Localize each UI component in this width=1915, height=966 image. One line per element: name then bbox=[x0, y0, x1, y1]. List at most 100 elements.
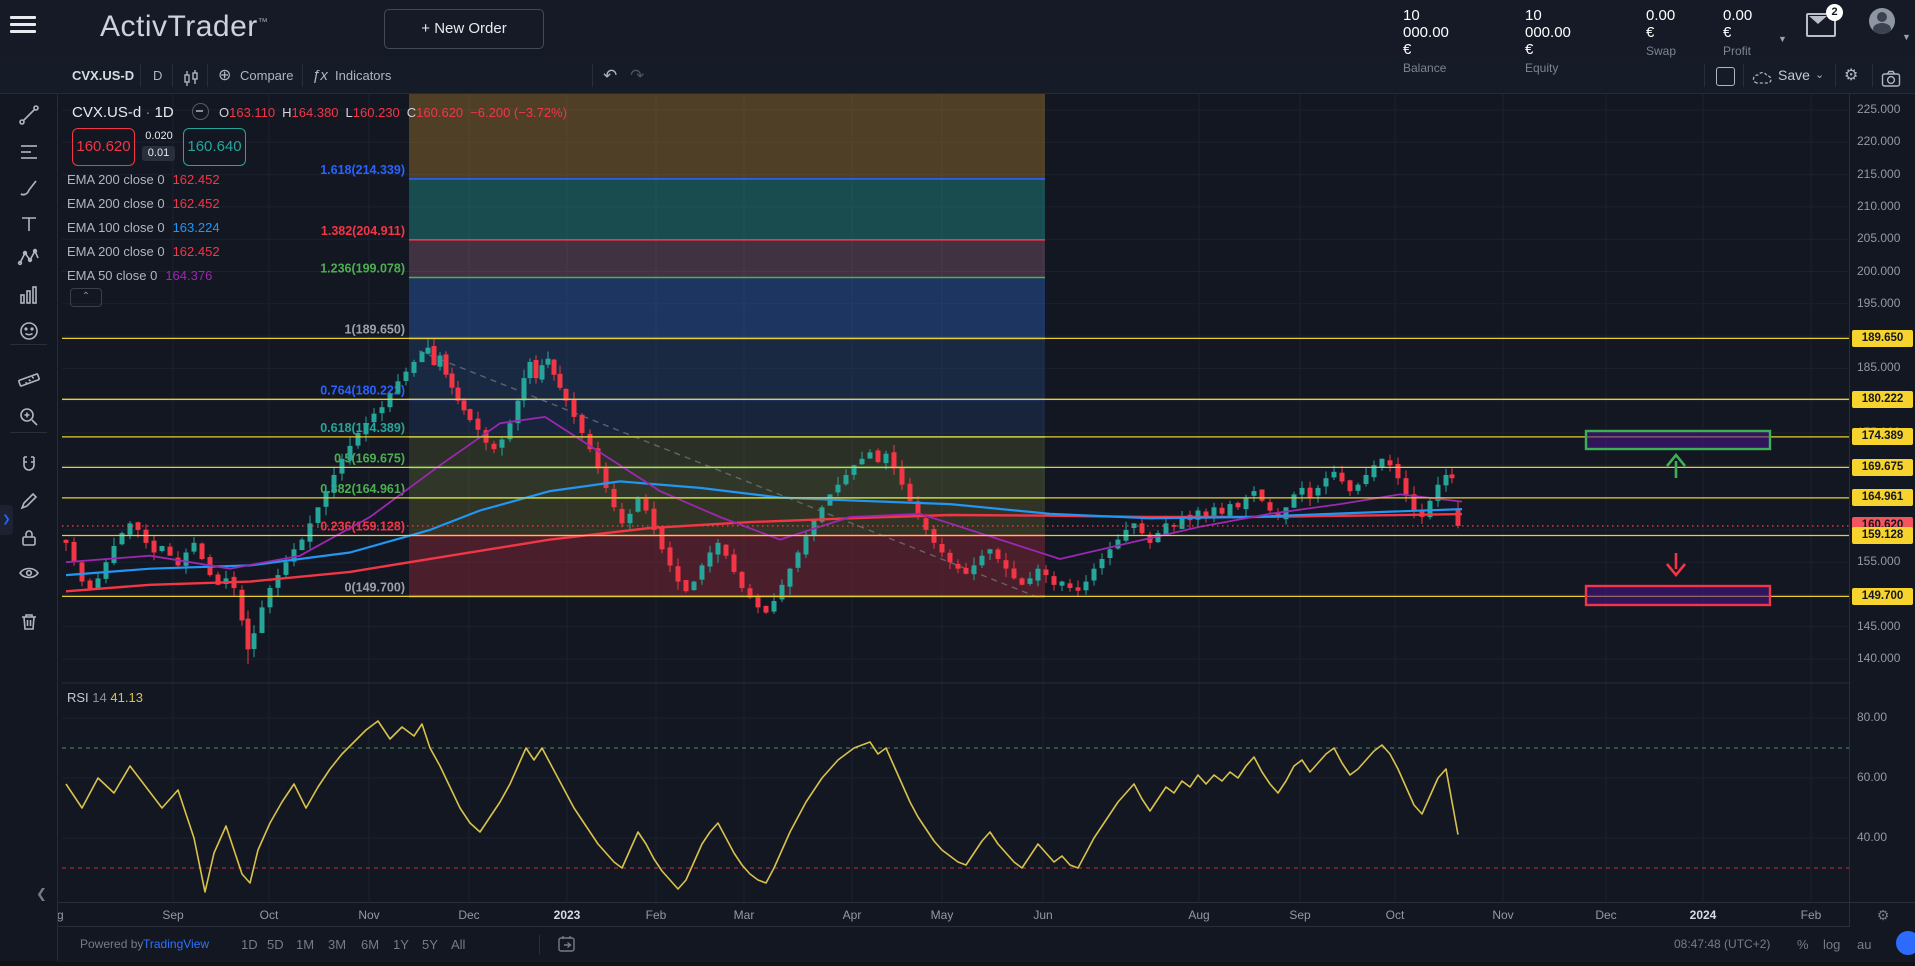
zoom-in-icon[interactable] bbox=[14, 405, 44, 435]
toolbar-separator bbox=[10, 432, 47, 433]
auto-scale-button[interactable]: au bbox=[1857, 927, 1871, 962]
indicator-value: 162.452 bbox=[173, 244, 220, 259]
time-axis-label: Sep bbox=[1289, 908, 1310, 922]
indicators-button[interactable]: Indicators bbox=[335, 58, 391, 93]
avatar-caret-icon[interactable]: ▼ bbox=[1902, 32, 1911, 42]
range-button-6m[interactable]: 6M bbox=[361, 927, 379, 962]
indicator-row[interactable]: EMA 200 close 0162.452 bbox=[67, 172, 220, 187]
forecast-icon[interactable] bbox=[14, 284, 44, 314]
account-stat-profit: 0.00 €Profit bbox=[1723, 7, 1752, 58]
assistant-bubble[interactable] bbox=[1896, 931, 1915, 955]
save-button[interactable]: Save bbox=[1778, 58, 1810, 93]
magnet-icon[interactable] bbox=[14, 453, 44, 483]
lock-icon[interactable] bbox=[14, 526, 44, 556]
save-caret-icon[interactable]: ⌄ bbox=[1815, 58, 1824, 93]
divider bbox=[592, 64, 593, 87]
go-to-date-icon[interactable] bbox=[557, 935, 577, 955]
indicator-name: EMA 200 close 0 bbox=[67, 172, 165, 187]
stat-label: Swap bbox=[1646, 44, 1676, 58]
range-button-1m[interactable]: 1M bbox=[296, 927, 314, 962]
lot-size[interactable]: 0.01 bbox=[142, 146, 175, 161]
range-button-3m[interactable]: 3M bbox=[328, 927, 346, 962]
brush-icon[interactable] bbox=[14, 176, 44, 206]
time-axis-label: Aug bbox=[1188, 908, 1209, 922]
ruler-icon[interactable] bbox=[14, 368, 44, 398]
stat-value: 0.00 € bbox=[1646, 7, 1676, 41]
time-axis-label: Sep bbox=[162, 908, 183, 922]
divider bbox=[1704, 64, 1705, 87]
minus-circle-icon[interactable] bbox=[192, 103, 209, 120]
profit-caret-icon[interactable]: ▼ bbox=[1778, 34, 1787, 44]
indicator-row[interactable]: EMA 50 close 0164.376 bbox=[67, 268, 212, 283]
legend-symbol: CVX.US-d bbox=[72, 104, 141, 121]
account-stat-balance: 10 000.00 €Balance bbox=[1403, 7, 1449, 75]
price-tick-label: 140.000 bbox=[1857, 651, 1900, 665]
account-stat-equity: 10 000.00 €Equity bbox=[1525, 7, 1571, 75]
time-axis-label: Oct bbox=[1386, 908, 1405, 922]
camera-icon[interactable] bbox=[1881, 66, 1901, 86]
rsi-tick-label: 80.00 bbox=[1857, 710, 1887, 724]
layout-icon[interactable] bbox=[1716, 67, 1735, 86]
eye-icon[interactable] bbox=[14, 561, 44, 591]
xabcd-pattern-icon[interactable] bbox=[14, 246, 44, 276]
new-order-button[interactable]: + New Order bbox=[384, 9, 544, 49]
trend-line-icon[interactable] bbox=[14, 103, 44, 133]
log-scale-button[interactable]: log bbox=[1823, 927, 1840, 962]
ohlc-key: L bbox=[346, 105, 353, 120]
time-axis-label: 2024 bbox=[1690, 908, 1717, 922]
time-axis[interactable]: AugSepOctNovDec2023FebMarAprMayJunAugSep… bbox=[57, 902, 1849, 927]
range-button-5y[interactable]: 5Y bbox=[422, 927, 438, 962]
trash-icon[interactable] bbox=[14, 610, 44, 640]
time-axis-label: Nov bbox=[1492, 908, 1513, 922]
legend-collapse-button[interactable]: ⌃ bbox=[70, 288, 102, 307]
indicator-row[interactable]: EMA 100 close 0163.224 bbox=[67, 220, 220, 235]
chart-canvas[interactable] bbox=[57, 93, 1915, 961]
price-tick-label: 220.000 bbox=[1857, 134, 1900, 148]
compare-icon[interactable]: ⊕ bbox=[218, 58, 231, 93]
sell-button[interactable]: 160.620 bbox=[72, 128, 135, 166]
rsi-legend[interactable]: RSI 14 41.13 bbox=[67, 690, 143, 705]
compare-button[interactable]: Compare bbox=[240, 58, 293, 93]
tradingview-link[interactable]: TradingView bbox=[143, 927, 209, 962]
watchlist-expander-icon[interactable]: ❯ bbox=[0, 505, 13, 535]
symbol-button[interactable]: CVX.US-D bbox=[72, 58, 134, 93]
indicator-row[interactable]: EMA 200 close 0162.452 bbox=[67, 196, 220, 211]
edit-icon[interactable] bbox=[14, 489, 44, 519]
undo-icon[interactable]: ↶ bbox=[603, 58, 617, 93]
hamburger-menu-icon[interactable] bbox=[10, 12, 36, 34]
ohlc-key: O bbox=[219, 105, 229, 120]
stat-value: 0.00 € bbox=[1723, 7, 1752, 41]
price-tick-label: 205.000 bbox=[1857, 231, 1900, 245]
buy-button[interactable]: 160.640 bbox=[183, 128, 246, 166]
indicator-name: EMA 200 close 0 bbox=[67, 244, 165, 259]
chart-type-icon[interactable] bbox=[182, 66, 200, 86]
axis-settings-gear-icon[interactable]: ⚙ bbox=[1849, 902, 1915, 927]
price-tick-label: 185.000 bbox=[1857, 360, 1900, 374]
range-button-all[interactable]: All bbox=[451, 927, 465, 962]
legend-symbol-row[interactable]: CVX.US-d · 1D bbox=[72, 103, 209, 121]
toolbar-collapse-icon[interactable]: ❮ bbox=[36, 886, 47, 902]
price-axis[interactable]: 225.000220.000215.000210.000205.000200.0… bbox=[1849, 93, 1915, 926]
range-button-1y[interactable]: 1Y bbox=[393, 927, 409, 962]
divider bbox=[172, 64, 173, 87]
rsi-tick-label: 40.00 bbox=[1857, 830, 1887, 844]
avatar[interactable] bbox=[1869, 8, 1895, 34]
redo-icon[interactable]: ↷ bbox=[630, 58, 644, 93]
ohlc-values: O163.110H164.380L160.230C160.620−6.200 (… bbox=[219, 105, 567, 120]
percent-scale-button[interactable]: % bbox=[1797, 927, 1809, 962]
ohlc-key: C bbox=[407, 105, 416, 120]
fib-retracement-icon[interactable] bbox=[14, 140, 44, 170]
divider bbox=[140, 64, 141, 87]
interval-button[interactable]: D bbox=[153, 58, 162, 93]
range-button-1d[interactable]: 1D bbox=[241, 927, 258, 962]
price-tick-label: 210.000 bbox=[1857, 199, 1900, 213]
legend-separator: · bbox=[145, 104, 150, 121]
text-icon[interactable] bbox=[14, 212, 44, 242]
change-value: −6.200 (−3.72%) bbox=[470, 105, 567, 120]
indicator-row[interactable]: EMA 200 close 0 162.452 bbox=[67, 244, 220, 259]
settings-gear-icon[interactable]: ⚙ bbox=[1844, 58, 1858, 93]
activtrader-app: { "app": {"logo": "ActivTrader", "tm": "… bbox=[0, 0, 1915, 961]
indicator-value: 162.452 bbox=[173, 196, 220, 211]
time-axis-label: Dec bbox=[458, 908, 479, 922]
range-button-5d[interactable]: 5D bbox=[267, 927, 284, 962]
